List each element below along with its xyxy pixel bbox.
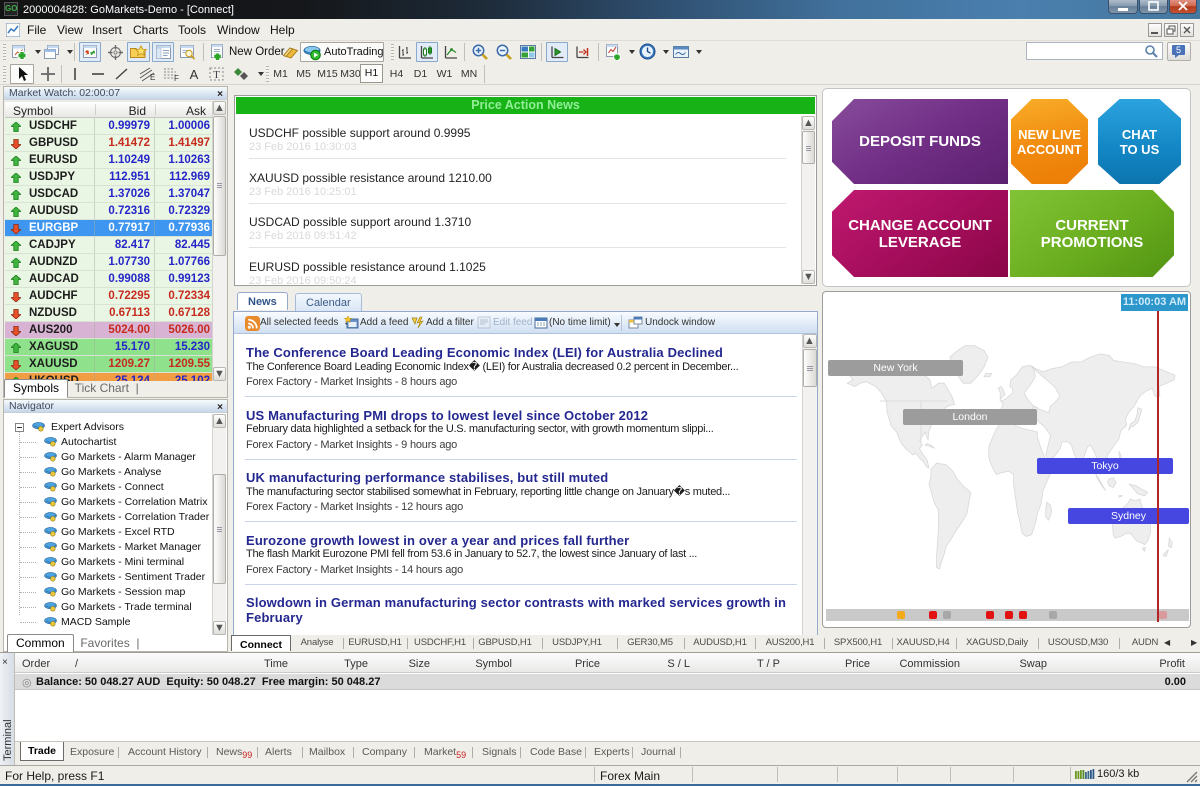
svg-text:T: T <box>213 69 220 81</box>
svg-text:E: E <box>150 73 155 82</box>
svg-text:F: F <box>174 74 179 82</box>
svg-text:5: 5 <box>1176 45 1181 55</box>
